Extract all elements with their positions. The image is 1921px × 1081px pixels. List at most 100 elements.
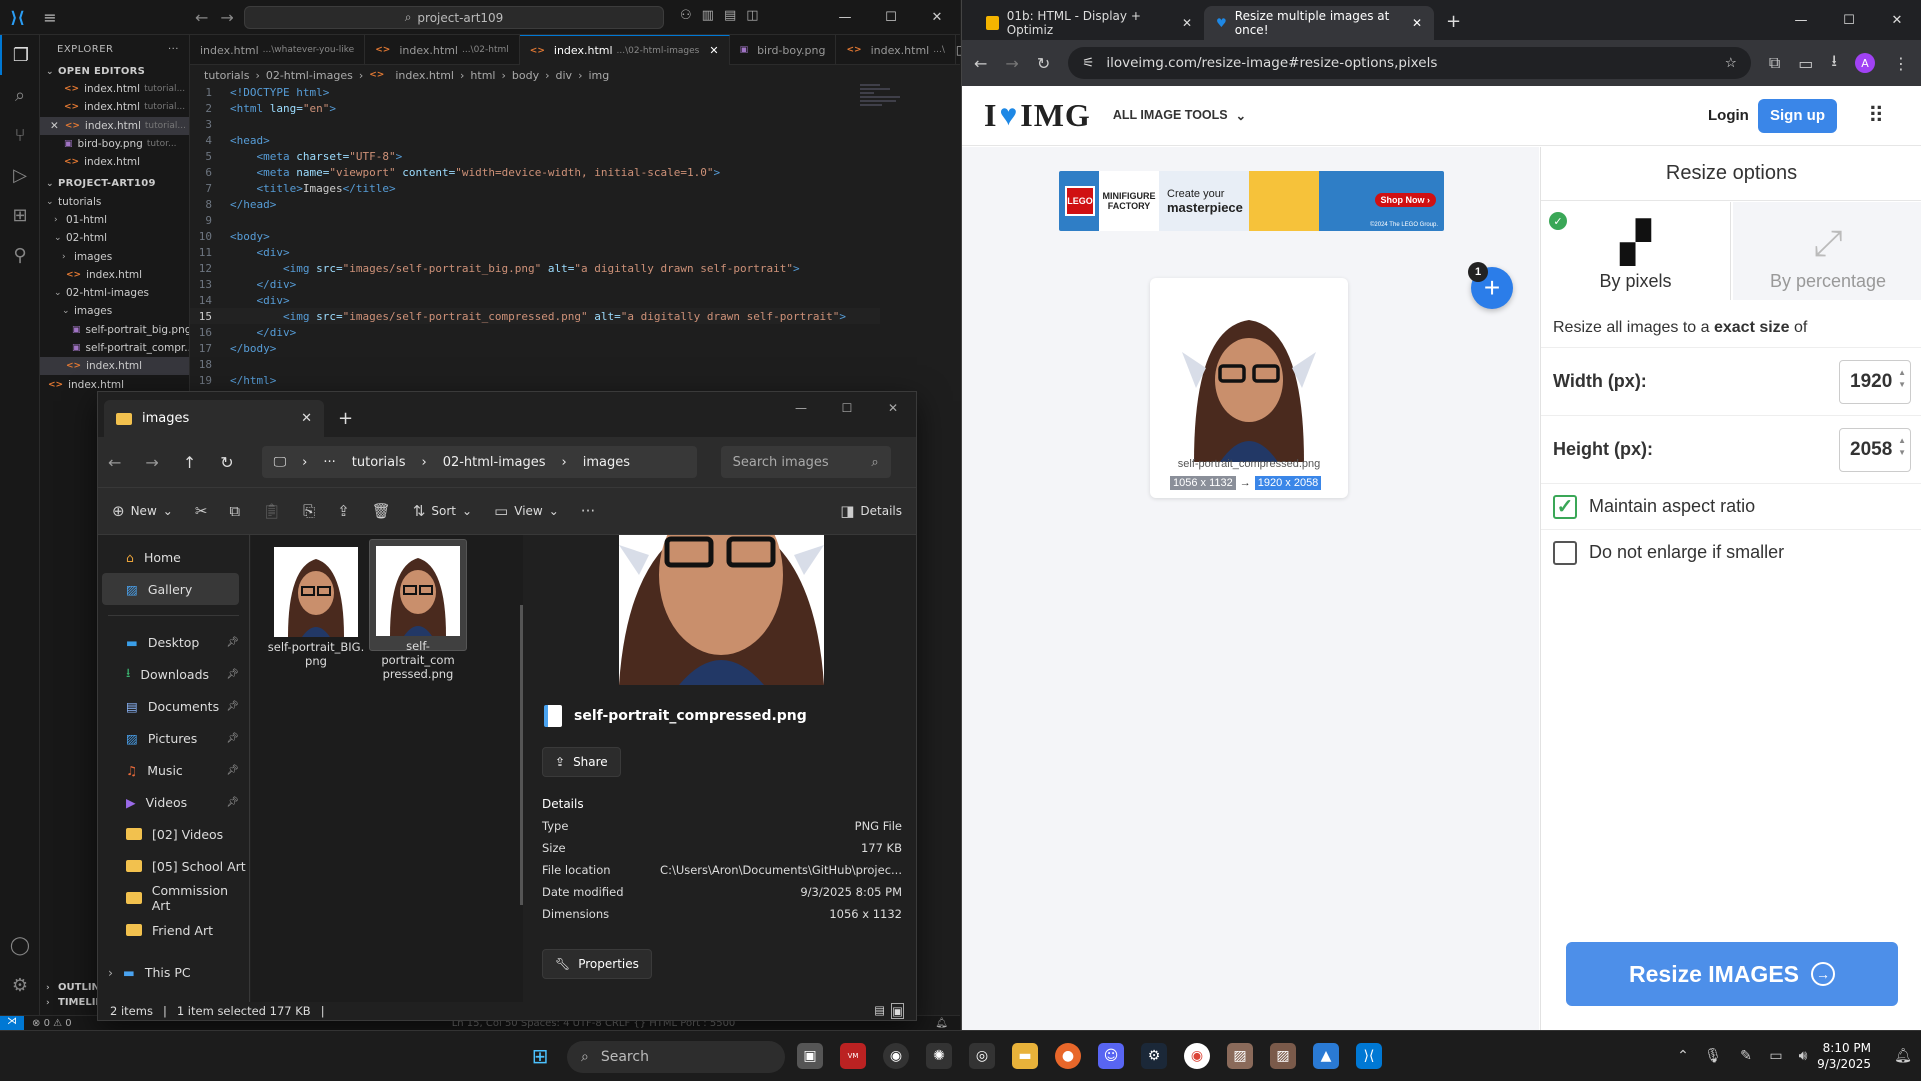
clock[interactable]: 8:10 PM 9/3/2025	[1817, 1040, 1871, 1072]
code-editor[interactable]: 1 <!DOCTYPE html> 2 <html lang= "en" > 3 4 <h…	[190, 84, 880, 387]
paste-icon[interactable]: 📋︎	[262, 502, 281, 520]
open-editor-item[interactable]: ▣ bird-boy.png tutor...	[40, 135, 189, 153]
tree-folder[interactable]: ⌄ 02-html-images	[40, 284, 189, 302]
maximize-icon[interactable]: ☐	[1825, 0, 1873, 40]
file-item-selected[interactable]: self-portrait_com pressed.png	[369, 539, 467, 680]
command-center-search[interactable]: ⌕ project-art109	[244, 6, 664, 29]
settings-gear-icon[interactable]: ⚙	[0, 965, 40, 1005]
task-view-icon[interactable]: ▣	[797, 1043, 823, 1069]
run-debug-icon[interactable]: ▷	[0, 155, 40, 195]
voicemeeter-icon[interactable]: VM	[840, 1043, 866, 1069]
notifications-icon[interactable]: 🔔︎	[1890, 1043, 1916, 1069]
reload-icon[interactable]: ↻	[1037, 54, 1050, 73]
image-viewer-2-icon[interactable]: ▨	[1270, 1043, 1296, 1069]
toggle-primary-sidebar-icon[interactable]: ▥	[702, 8, 714, 23]
nav-item-folder[interactable]: Commission Art	[98, 882, 249, 914]
nav-item-folder[interactable]: [05] School Art	[98, 850, 249, 882]
copy-icon[interactable]: ⧉	[229, 502, 240, 520]
source-control-icon[interactable]: ⑂	[0, 115, 40, 155]
breadcrumb-item[interactable]: index.html	[395, 69, 454, 82]
toggle-panel-icon[interactable]: ▤	[724, 8, 736, 23]
new-tab-icon[interactable]: +	[1446, 11, 1461, 32]
hamburger-menu-icon[interactable]: ≡	[35, 8, 65, 27]
project-header[interactable]: ⌄ PROJECT-ART109	[40, 175, 189, 192]
editor-tab[interactable]: index.html ...\whatever-you-like	[190, 35, 366, 65]
minimize-icon[interactable]: —	[778, 392, 824, 424]
nav-item-desktop[interactable]: ▬ Desktop 📌︎	[98, 626, 249, 658]
address-bar[interactable]: 🖵︎ › ··· tutorials › 02-html-images › image…	[261, 446, 697, 478]
discord-icon[interactable]: ☺	[1098, 1043, 1124, 1069]
copilot-icon[interactable]: ⚇	[680, 8, 692, 23]
breadcrumb-item[interactable]: 02-html-images	[266, 69, 353, 82]
microphone-icon[interactable]: 🎙︎	[1700, 1043, 1726, 1069]
nav-item-documents[interactable]: ▤ Documents 📌︎	[98, 690, 249, 722]
tree-folder[interactable]: › images	[40, 247, 189, 265]
account-icon[interactable]: ◯	[0, 925, 40, 965]
new-tab-icon[interactable]: +	[338, 408, 353, 429]
address-bar[interactable]: ⚟ iloveimg.com/resize-image#resize-optio…	[1068, 47, 1751, 79]
extensions-icon[interactable]: ⊞	[0, 195, 40, 235]
show-hidden-icons-icon[interactable]: ⌃	[1670, 1043, 1696, 1069]
search-icon[interactable]: ⌕	[0, 75, 40, 115]
tree-folder[interactable]: ⌄ images	[40, 302, 189, 320]
network-icon[interactable]: ▭	[1763, 1043, 1789, 1069]
width-input[interactable]: 1920 ▲ ▼	[1839, 359, 1911, 404]
tree-folder[interactable]: › 01-html	[40, 211, 189, 229]
cut-icon[interactable]: ✂	[195, 502, 208, 520]
more-actions-icon[interactable]: ···	[168, 44, 179, 55]
nav-item-folder[interactable]: Friend Art	[98, 914, 249, 946]
breadcrumb-item[interactable]: html	[470, 69, 495, 82]
open-editors-header[interactable]: ⌄ OPEN EDITORS	[40, 63, 189, 80]
forward-arrow-icon[interactable]: →	[1005, 54, 1018, 73]
maintain-aspect-checkbox[interactable]: ✓	[1553, 494, 1577, 519]
height-input[interactable]: 2058 ▲ ▼	[1839, 427, 1911, 472]
file-explorer-taskbar-icon[interactable]: ▬	[1012, 1043, 1038, 1069]
share-button[interactable]: ⇪ Share	[542, 747, 621, 777]
ad-shop-now[interactable]: Shop Now ›	[1374, 193, 1436, 207]
all-image-tools-menu[interactable]: ALL IMAGE TOOLS ⌄	[1113, 108, 1246, 123]
nav-item-videos[interactable]: ▶ Videos 📌︎	[98, 786, 249, 818]
maximize-icon[interactable]: ☐	[868, 10, 914, 25]
problems-indicator[interactable]: ⊗ 0 ⚠ 0	[32, 1018, 72, 1029]
breadcrumb-item[interactable]: body	[512, 69, 539, 82]
vscode-taskbar-icon[interactable]: ⟩⟨	[1356, 1043, 1382, 1069]
refresh-icon[interactable]: ↻	[220, 453, 233, 472]
nav-item-gallery[interactable]: ▨ Gallery	[102, 573, 239, 605]
close-icon[interactable]: ✕	[1873, 0, 1921, 40]
chatgpt-icon[interactable]: ✺	[926, 1043, 952, 1069]
close-tab-icon[interactable]: ✕	[1412, 16, 1422, 30]
cast-icon[interactable]: ▭	[1798, 54, 1813, 73]
view-button[interactable]: ▭ View ⌄	[494, 502, 559, 520]
path-segment[interactable]: tutorials	[352, 455, 406, 470]
close-icon[interactable]: ✕	[914, 10, 960, 25]
chevron-right-icon[interactable]: ›	[108, 965, 113, 980]
minimap[interactable]	[860, 82, 920, 142]
forward-arrow-icon[interactable]: →	[145, 453, 158, 472]
obs-icon[interactable]: ◉	[883, 1043, 909, 1069]
editor-tab[interactable]: <> index.html ...\	[836, 35, 956, 65]
photos-icon[interactable]: ▲	[1313, 1043, 1339, 1069]
details-view-icon[interactable]: ▤	[874, 1003, 885, 1019]
bookmark-star-icon[interactable]: ☆	[1725, 55, 1737, 71]
nav-item-music[interactable]: ♫ Music 📌︎	[98, 754, 249, 786]
close-editor-icon[interactable]: ✕	[50, 120, 59, 132]
breadcrumb-item[interactable]: tutorials	[204, 69, 249, 82]
breadcrumb-item[interactable]: img	[588, 69, 609, 82]
explorer-tab[interactable]: images ✕	[104, 400, 324, 437]
site-info-icon[interactable]: ⚟	[1082, 55, 1094, 71]
windows-start-icon[interactable]: ⊞	[527, 1043, 553, 1069]
nav-item-pictures[interactable]: ▨ Pictures 📌︎	[98, 722, 249, 754]
download-icon[interactable]: ⭳	[1831, 50, 1837, 77]
sort-button[interactable]: ⇅ Sort ⌄	[413, 502, 472, 520]
path-segment[interactable]: images	[583, 455, 630, 470]
by-pixels-option[interactable]: ✓ ▞ By pixels	[1541, 202, 1731, 300]
login-link[interactable]: Login	[1708, 107, 1749, 124]
browser-tab[interactable]: 01b: HTML - Display + Optimiz ✕	[974, 6, 1204, 40]
editor-tab[interactable]: ▣ bird-boy.png	[730, 35, 837, 65]
lego-ad-banner[interactable]: LEGO MINIFIGURE FACTORY Create your maste…	[1059, 171, 1444, 231]
no-enlarge-checkbox[interactable]	[1553, 540, 1577, 565]
open-editor-item[interactable]: <> index.html tutorial...	[40, 98, 189, 116]
pen-icon[interactable]: ✎	[1733, 1043, 1759, 1069]
open-editor-item-active[interactable]: ✕ <> index.html tutorial...	[40, 116, 189, 135]
search-input[interactable]: Search images ⌕	[720, 446, 891, 478]
